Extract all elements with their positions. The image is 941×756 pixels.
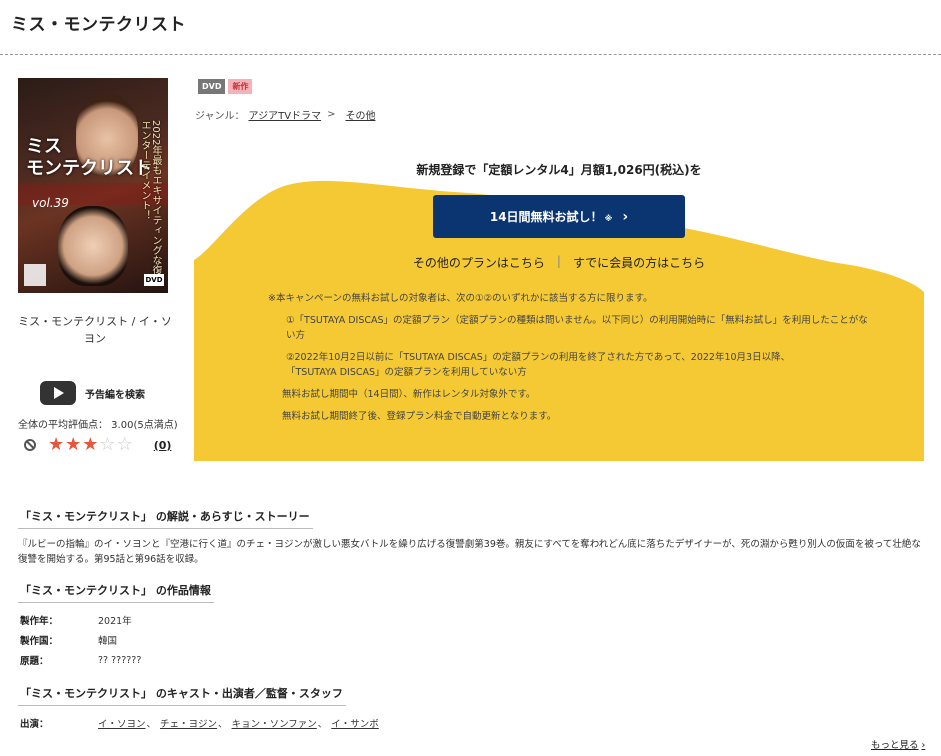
info-row-original-title: 原題： ?? ?????? — [20, 650, 141, 670]
jacket-rating-mark — [24, 264, 46, 286]
new-release-badge: 新作 — [228, 79, 253, 94]
cast-label: 出演： — [20, 719, 49, 730]
info-row-country: 製作国： 韓国 — [20, 630, 141, 650]
trailer-label: 予告編を検索 — [85, 389, 145, 401]
notes-intro: ※本キャンペーンの無料お試しの対象者は、次の①②のいずれかに該当する方に限ります… — [268, 293, 653, 304]
star-filled-icon[interactable]: ★ — [82, 436, 98, 454]
story-heading: 「ミス・モンテクリスト」 の解説・あらすじ・ストーリー — [18, 508, 313, 529]
cast-link[interactable]: チェ・ヨジン — [160, 716, 217, 730]
work-caption: ミス・モンテクリスト / イ・ソヨン — [18, 315, 172, 345]
average-rating-text: 全体の平均評価点： 3.00(5点満点) — [18, 420, 178, 431]
star-empty-icon[interactable]: ☆ — [99, 436, 115, 454]
more-label: もっと見る — [871, 740, 919, 751]
breadcrumb-separator: > — [327, 109, 336, 120]
info-row-year: 製作年： 2021年 — [20, 610, 141, 630]
page-title: ミス・モンテクリスト — [11, 15, 186, 35]
notes-item-2: ②2022年10月2日以前に「TSUTAYA DISCAS」の定額プランの利用を… — [268, 350, 868, 380]
cast-separator: 、 — [218, 719, 228, 730]
format-badges: DVD 新作 — [198, 79, 255, 94]
free-trial-button[interactable]: 14日間無料お試し！ ※ › — [433, 195, 685, 238]
cast-link[interactable]: イ・ソヨン — [98, 716, 146, 730]
star-rating[interactable]: ★ ★ ★ ☆ ☆ — [48, 436, 134, 454]
plan-links: その他のプランはこちら | すでに会員の方はこちら — [194, 254, 924, 271]
jacket-image[interactable]: ミス モンテクリスト 2022年最もエキサイティングな復讐エンターテイメント！ … — [18, 78, 168, 293]
star-filled-icon[interactable]: ★ — [65, 436, 81, 454]
notes-line-4: 無料お試し期間終了後、登録プラン料金で自動更新となります。 — [282, 411, 557, 422]
jacket-dvd-logo: DVD — [144, 274, 164, 286]
cast-row: 出演： イ・ソヨン、 チェ・ヨジン、 キョン・ソンファン、 イ・サンボ — [20, 716, 379, 730]
star-filled-icon[interactable]: ★ — [48, 436, 64, 454]
free-trial-note-mark: ※ — [604, 214, 613, 223]
jacket-figure-2 — [58, 206, 128, 286]
info-key: 製作国： — [20, 636, 59, 647]
chevron-right-icon: › — [921, 740, 926, 751]
other-plans-link[interactable]: その他のプランはこちら — [413, 254, 545, 271]
info-value: 2021年 — [98, 616, 132, 627]
not-interested-icon[interactable] — [24, 439, 36, 451]
cast-link[interactable]: キョン・ソンファン — [232, 716, 317, 730]
notes-item-1: ①「TSUTAYA DISCAS」の定額プラン（定額プランの種類は問いません。以… — [286, 315, 868, 341]
review-count-link[interactable]: (0) — [154, 439, 172, 452]
cast-link[interactable]: イ・サンボ — [331, 716, 379, 730]
jacket-title: ミス モンテクリスト — [26, 136, 152, 179]
more-cast-link[interactable]: もっと見る › — [871, 737, 925, 751]
star-empty-icon[interactable]: ☆ — [117, 436, 133, 454]
notes-item-2a: ②2022年10月2日以前に「TSUTAYA DISCAS」の定額プランの利用を… — [286, 352, 791, 363]
dvd-badge: DVD — [198, 79, 226, 94]
story-text: 『ルビーの指輪』のイ・ソヨンと『空港に行く道』のチェ・ヨジンが激しい悪女バトルを… — [18, 539, 921, 565]
genre-link-asian-tv-drama[interactable]: アジアTVドラマ — [249, 107, 322, 122]
play-icon — [40, 381, 76, 405]
genre-breadcrumb: ジャンル： アジアTVドラマ > その他 — [195, 107, 375, 122]
free-trial-label: 14日間無料お試し！ — [489, 210, 603, 224]
notes-line-3: 無料お試し期間中（14日間）、新作はレンタル対象外です。 — [282, 389, 536, 400]
info-key: 原題： — [20, 656, 49, 667]
info-value: ?? ?????? — [98, 654, 142, 666]
link-divider: | — [556, 254, 561, 268]
genre-link-other[interactable]: その他 — [345, 107, 375, 122]
cast-separator: 、 — [317, 719, 328, 730]
jacket-volume: vol.39 — [32, 196, 69, 210]
info-value: 韓国 — [98, 636, 118, 647]
promo-headline: 新規登録で「定額レンタル4」月額1,026円(税込)を — [416, 163, 702, 177]
info-heading: 「ミス・モンテクリスト」 の作品情報 — [18, 582, 214, 603]
rating-row: ★ ★ ★ ☆ ☆ (0) — [24, 436, 171, 454]
notes-item-2b: 「TSUTAYA DISCAS」の定額プランを利用していない方 — [286, 367, 527, 378]
campaign-notes: ※本キャンペーンの無料お試しの対象者は、次の①②のいずれかに該当する方に限ります… — [268, 291, 868, 431]
member-login-link[interactable]: すでに会員の方はこちら — [573, 254, 705, 271]
chevron-right-icon: › — [622, 208, 629, 225]
cast-heading: 「ミス・モンテクリスト」 のキャスト・出演者／監督・スタッフ — [18, 685, 346, 706]
info-key: 製作年： — [20, 616, 59, 627]
info-table: 製作年： 2021年 製作国： 韓国 原題： ?? ?????? — [20, 610, 141, 670]
title-divider — [0, 54, 941, 55]
jacket-tagline: 2022年最もエキサイティングな復讐エンターテイメント！ — [139, 120, 161, 286]
genre-label: ジャンル： — [195, 111, 245, 122]
cast-separator: 、 — [146, 719, 157, 730]
trailer-search-button[interactable]: 予告編を検索 — [40, 381, 145, 405]
